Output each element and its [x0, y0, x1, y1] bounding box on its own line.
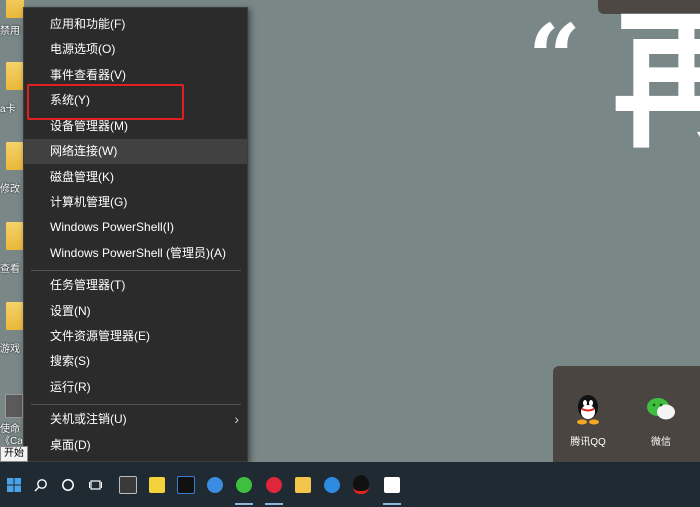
wechat-icon	[236, 476, 252, 493]
desktop-folder-1[interactable]: 禁用	[0, 0, 24, 50]
search-button[interactable]	[27, 462, 55, 507]
task-view-button[interactable]	[82, 462, 110, 507]
netease-music-icon	[266, 476, 282, 493]
taskbar-app-360-browser[interactable]	[318, 462, 346, 507]
taskbar-app-media[interactable]	[143, 462, 171, 507]
active-indicator	[383, 503, 401, 505]
file-explorer-icon	[295, 476, 311, 493]
menu-item-computer-management[interactable]: 计算机管理(G)	[24, 190, 247, 215]
active-indicator	[235, 503, 253, 505]
folder-icon	[6, 0, 24, 18]
game-shortcut-icon[interactable]	[5, 394, 23, 418]
menu-item-run[interactable]: 运行(R)	[24, 375, 247, 400]
menu-item-network-connections[interactable]: 网络连接(W)	[24, 139, 247, 164]
taskbar-app-pinned[interactable]	[378, 462, 406, 507]
menu-item-file-explorer[interactable]: 文件资源管理器(E)	[24, 324, 247, 349]
wechat-app-label: 微信	[651, 437, 671, 448]
desktop-folder-label: 查看	[0, 264, 20, 275]
taskbar-app-netease-music[interactable]	[260, 462, 288, 507]
calculator-icon	[119, 475, 137, 494]
desktop-folder-5[interactable]: 游戏	[0, 300, 24, 355]
jetbrains-icon	[177, 475, 195, 494]
search-icon	[34, 478, 47, 491]
taskbar-app-browser[interactable]	[201, 462, 229, 507]
winx-context-menu: 应用和功能(F) 电源选项(O) 事件查看器(V) 系统(Y) 设备管理器(M)…	[23, 7, 248, 462]
folder-icon	[6, 222, 24, 250]
qq-icon	[577, 395, 599, 425]
desktop-folder-2[interactable]: a卡	[0, 62, 24, 115]
menu-item-apps-features[interactable]: 应用和功能(F)	[24, 12, 247, 37]
wallpaper-big-glyph: 再	[612, 6, 700, 156]
active-indicator	[265, 503, 283, 505]
start-button[interactable]	[0, 462, 28, 507]
media-player-icon	[149, 476, 165, 493]
start-tooltip: 开始	[0, 446, 28, 462]
desktop-folder-4[interactable]: 查看	[0, 220, 24, 275]
desktop-folder-label: 游戏	[0, 344, 20, 355]
menu-item-desktop[interactable]: 桌面(D)	[24, 433, 247, 458]
folder-icon	[6, 142, 24, 170]
qq-icon	[353, 475, 369, 494]
qq-app-label: 腾讯QQ	[570, 437, 606, 448]
taskbar-app-calculator[interactable]	[114, 462, 142, 507]
taskbar-app-file-explorer[interactable]	[289, 462, 317, 507]
menu-item-task-manager[interactable]: 任务管理器(T)	[24, 273, 247, 298]
desktop-folder-label: 修改	[0, 184, 20, 195]
menu-separator	[31, 270, 241, 271]
menu-item-label: 关机或注销(U)	[50, 412, 127, 426]
menu-item-powershell-admin[interactable]: Windows PowerShell (管理员)(A)	[24, 241, 247, 266]
qq-app-tile[interactable]: 腾讯QQ	[564, 392, 612, 448]
folder-icon	[6, 62, 24, 90]
menu-item-shutdown-signout[interactable]: 关机或注销(U) ›	[24, 407, 247, 432]
wallpaper-quote-glyph: “	[528, 4, 581, 112]
menu-item-disk-management[interactable]: 磁盘管理(K)	[24, 165, 247, 190]
annotation-highlight-box	[27, 84, 184, 120]
wechat-icon	[647, 398, 675, 420]
task-view-icon	[89, 479, 102, 490]
cortana-button[interactable]	[54, 462, 82, 507]
desktop-folder-label: a卡	[0, 104, 16, 115]
browser-icon	[207, 476, 223, 493]
menu-item-search[interactable]: 搜索(S)	[24, 349, 247, 374]
cortana-icon	[62, 478, 74, 491]
folder-icon	[6, 302, 24, 330]
chevron-right-icon: ›	[234, 411, 239, 427]
taskbar-app-jetbrains[interactable]	[172, 462, 200, 507]
wechat-app-tile[interactable]: 微信	[637, 392, 685, 448]
menu-item-power-options[interactable]: 电源选项(O)	[24, 37, 247, 62]
desktop-folder-3[interactable]: 修改	[0, 140, 24, 195]
taskbar-app-wechat[interactable]	[230, 462, 258, 507]
360-browser-icon	[324, 476, 340, 493]
windows-start-icon	[7, 477, 21, 492]
menu-item-settings[interactable]: 设置(N)	[24, 299, 247, 324]
desktop-folder-label: 禁用	[0, 26, 20, 37]
taskbar-app-qq[interactable]	[347, 462, 375, 507]
app-icon	[384, 476, 400, 493]
desktop-shortcut-label: 《Ca	[0, 436, 22, 447]
menu-separator	[31, 404, 241, 405]
menu-item-powershell[interactable]: Windows PowerShell(I)	[24, 215, 247, 240]
